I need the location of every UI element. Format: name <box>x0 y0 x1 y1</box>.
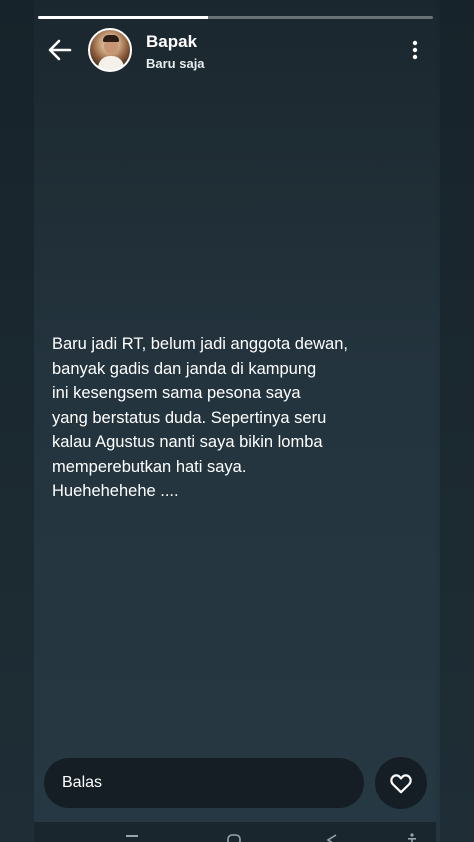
right-frame <box>440 0 474 842</box>
more-options-button[interactable] <box>403 38 427 62</box>
reply-input[interactable]: Balas <box>44 758 364 808</box>
heart-outline-icon <box>390 774 412 794</box>
story-progress-fill <box>38 16 208 19</box>
accessibility-icon <box>408 833 416 842</box>
status-text: Baru jadi RT, belum jadi anggota dewan, … <box>52 335 348 500</box>
left-frame <box>0 0 34 842</box>
home-icon <box>227 834 241 842</box>
home-button[interactable] <box>226 830 242 842</box>
vertical-dots-icon <box>412 40 418 60</box>
story-header: Bapak Baru saja <box>38 26 433 74</box>
accessibility-button[interactable] <box>404 830 420 842</box>
story-progress-bar <box>38 16 433 19</box>
status-time: Baru saja <box>146 56 205 71</box>
arrow-left-icon <box>48 39 72 61</box>
avatar[interactable] <box>88 28 132 72</box>
like-button[interactable] <box>375 757 427 809</box>
system-navigation-bar <box>34 822 436 842</box>
contact-name[interactable]: Bapak <box>146 32 197 52</box>
recent-apps-button[interactable] <box>124 830 140 842</box>
back-button[interactable] <box>46 36 74 64</box>
triangle-back-icon <box>326 834 337 842</box>
reply-placeholder: Balas <box>62 774 103 791</box>
status-viewer-screen: Bapak Baru saja Baru jadi RT, belum jadi… <box>0 0 474 842</box>
system-back-button[interactable] <box>324 830 340 842</box>
recent-apps-icon <box>126 835 138 837</box>
